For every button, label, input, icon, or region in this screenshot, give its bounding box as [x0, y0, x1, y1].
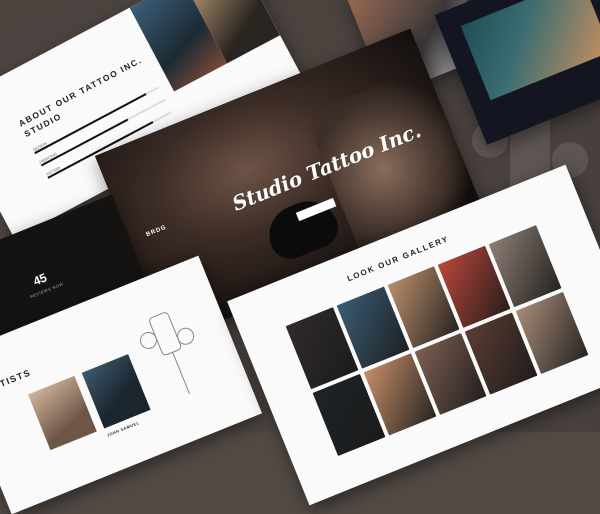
stat-value: 45: [31, 270, 49, 289]
artists-title: ARTISTS: [0, 367, 33, 395]
video-thumbnail: [460, 0, 600, 101]
artist-portrait-2[interactable]: [81, 354, 151, 429]
